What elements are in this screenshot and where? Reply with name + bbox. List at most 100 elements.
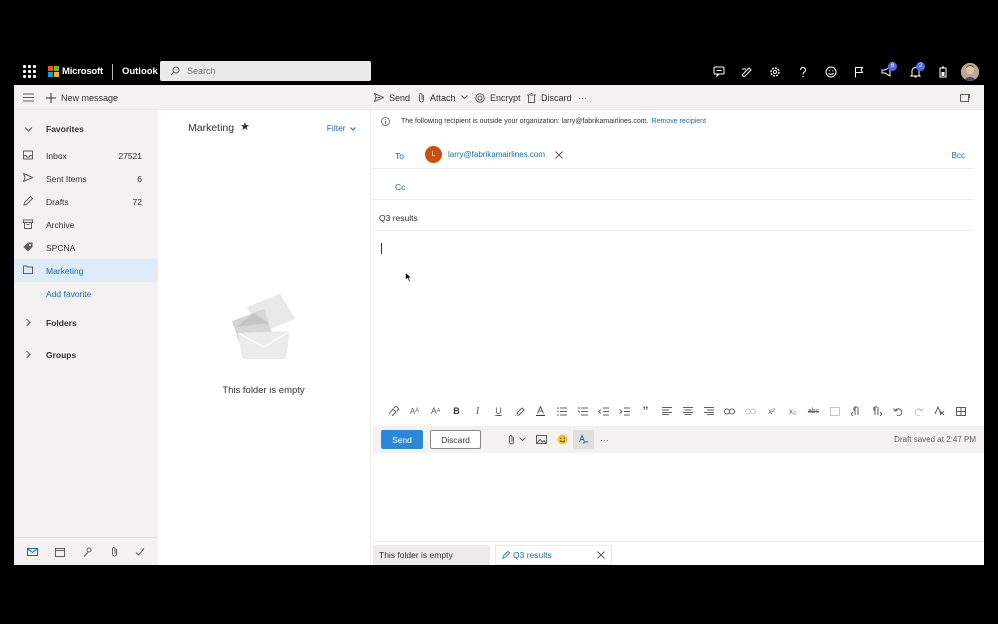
increase-indent-icon[interactable] (614, 401, 635, 421)
underline-button[interactable]: U (488, 401, 509, 421)
numbering-icon[interactable] (572, 401, 593, 421)
bell-icon[interactable]: 2 (901, 58, 929, 85)
close-icon[interactable] (555, 150, 563, 159)
send-bar-tools: ··· (503, 430, 615, 449)
ink-icon[interactable] (733, 58, 761, 85)
remove-recipient-link[interactable]: Remove recipient (652, 118, 706, 125)
align-right-icon[interactable] (698, 401, 719, 421)
tab-folder-empty[interactable]: This folder is empty (373, 545, 490, 565)
font-color-icon[interactable] (530, 401, 551, 421)
format-painter-icon[interactable] (383, 401, 404, 421)
todo-icon[interactable] (135, 547, 145, 557)
chevron-down-icon (460, 95, 468, 100)
recipient-chip[interactable]: L larry@fabrikamairlines.com (425, 146, 563, 163)
add-favorite-label: Add favorite (46, 288, 92, 299)
decrease-indent-icon[interactable] (593, 401, 614, 421)
strikethrough-icon[interactable]: abc (803, 401, 824, 421)
sidebar-item-spcna[interactable]: SPCNA (14, 236, 158, 259)
sidebar-item-inbox[interactable]: Inbox 27521 (14, 144, 158, 167)
search-box[interactable] (160, 61, 371, 81)
groups-header[interactable]: Groups (14, 343, 158, 366)
sidebar-item-drafts[interactable]: Drafts 72 (14, 190, 158, 213)
sidebar-item-label: Sent Items (46, 173, 87, 184)
discard-button[interactable]: Discard (430, 430, 481, 449)
link-icon[interactable] (719, 401, 740, 421)
sidebar-item-marketing[interactable]: Marketing (14, 259, 158, 282)
insert-table-icon[interactable] (824, 401, 845, 421)
ltr-icon[interactable] (845, 401, 866, 421)
favorite-star-icon[interactable]: ★ (240, 120, 250, 133)
battery-icon[interactable] (929, 58, 957, 85)
message-body[interactable] (373, 234, 973, 394)
to-button[interactable]: To (395, 151, 404, 161)
favorites-header[interactable]: Favorites (14, 117, 158, 140)
encrypt-command[interactable]: Encrypt (475, 85, 521, 110)
new-message-button[interactable]: New message (46, 85, 118, 110)
app-name[interactable]: Outlook (122, 66, 158, 77)
megaphone-icon[interactable]: 6 (873, 58, 901, 85)
subscript-button[interactable]: x₂ (782, 401, 803, 421)
flag-icon[interactable] (845, 58, 873, 85)
align-center-icon[interactable] (677, 401, 698, 421)
more-options-icon[interactable]: ··· (594, 430, 615, 449)
folder-icon (23, 265, 33, 274)
highlight-icon[interactable] (509, 401, 530, 421)
to-field[interactable]: To L larry@fabrikamairlines.com Bcc (373, 141, 973, 169)
send-command[interactable]: Send (374, 85, 410, 110)
superscript-button[interactable]: x² (761, 401, 782, 421)
quote-button[interactable]: ” (635, 401, 656, 421)
popout-icon[interactable] (960, 85, 975, 110)
meet-now-icon[interactable] (705, 58, 733, 85)
font-size-icon[interactable]: AA (425, 401, 446, 421)
info-icon (381, 117, 390, 126)
subject-field[interactable]: Q3 results (373, 205, 973, 231)
table-icon[interactable] (950, 401, 971, 421)
filter-button[interactable]: Filter (327, 123, 356, 133)
attach-icon[interactable] (503, 430, 531, 449)
cc-field[interactable]: Cc (373, 172, 973, 200)
image-icon[interactable] (531, 430, 552, 449)
more-options-icon[interactable]: ··· (578, 85, 587, 110)
gear-icon[interactable] (761, 58, 789, 85)
attach-command[interactable]: Attach (418, 85, 473, 110)
folders-header[interactable]: Folders (14, 311, 158, 334)
send-button[interactable]: Send (381, 430, 423, 449)
search-input[interactable] (187, 66, 357, 76)
align-left-icon[interactable] (656, 401, 677, 421)
bold-button[interactable]: B (446, 401, 467, 421)
clear-formatting-icon[interactable] (929, 401, 950, 421)
editor-icon[interactable] (573, 430, 594, 449)
discard-command[interactable]: Discard (527, 85, 572, 110)
font-icon[interactable]: AA (404, 401, 425, 421)
emoji-icon[interactable] (552, 430, 573, 449)
sidebar-item-archive[interactable]: Archive (14, 213, 158, 236)
calendar-icon[interactable] (55, 547, 66, 557)
avatar[interactable] (961, 62, 979, 81)
sidebar-item-sent-items[interactable]: Sent Items 6 (14, 167, 158, 190)
chevron-right-icon (26, 318, 31, 327)
italic-button[interactable]: I (467, 401, 488, 421)
message-list: Marketing ★ Filter This folder is empty (158, 110, 371, 565)
close-icon[interactable] (597, 551, 605, 559)
help-icon[interactable] (789, 58, 817, 85)
redo-icon[interactable] (908, 401, 929, 421)
smiley-icon[interactable] (817, 58, 845, 85)
tab-draft-q3-results[interactable]: Q3 results (495, 545, 612, 565)
microsoft-logo[interactable]: Microsoft (48, 66, 103, 77)
cc-button[interactable]: Cc (395, 182, 405, 192)
mail-icon[interactable] (26, 547, 38, 556)
people-icon[interactable] (83, 547, 93, 557)
paperclip-icon[interactable] (111, 546, 118, 557)
bcc-button[interactable]: Bcc (952, 151, 965, 160)
bullets-icon[interactable] (551, 401, 572, 421)
rtl-icon[interactable] (866, 401, 887, 421)
new-message-label: New message (61, 92, 119, 103)
plus-icon (46, 92, 56, 103)
top-bar: Microsoft Outlook 6 2 (14, 58, 984, 85)
microsoft-logo-icon (48, 66, 59, 77)
unlink-icon[interactable] (740, 401, 761, 421)
add-favorite-link[interactable]: Add favorite (14, 282, 158, 305)
undo-icon[interactable] (887, 401, 908, 421)
app-launcher-icon[interactable] (22, 65, 36, 79)
hamburger-menu-icon[interactable] (23, 85, 39, 110)
